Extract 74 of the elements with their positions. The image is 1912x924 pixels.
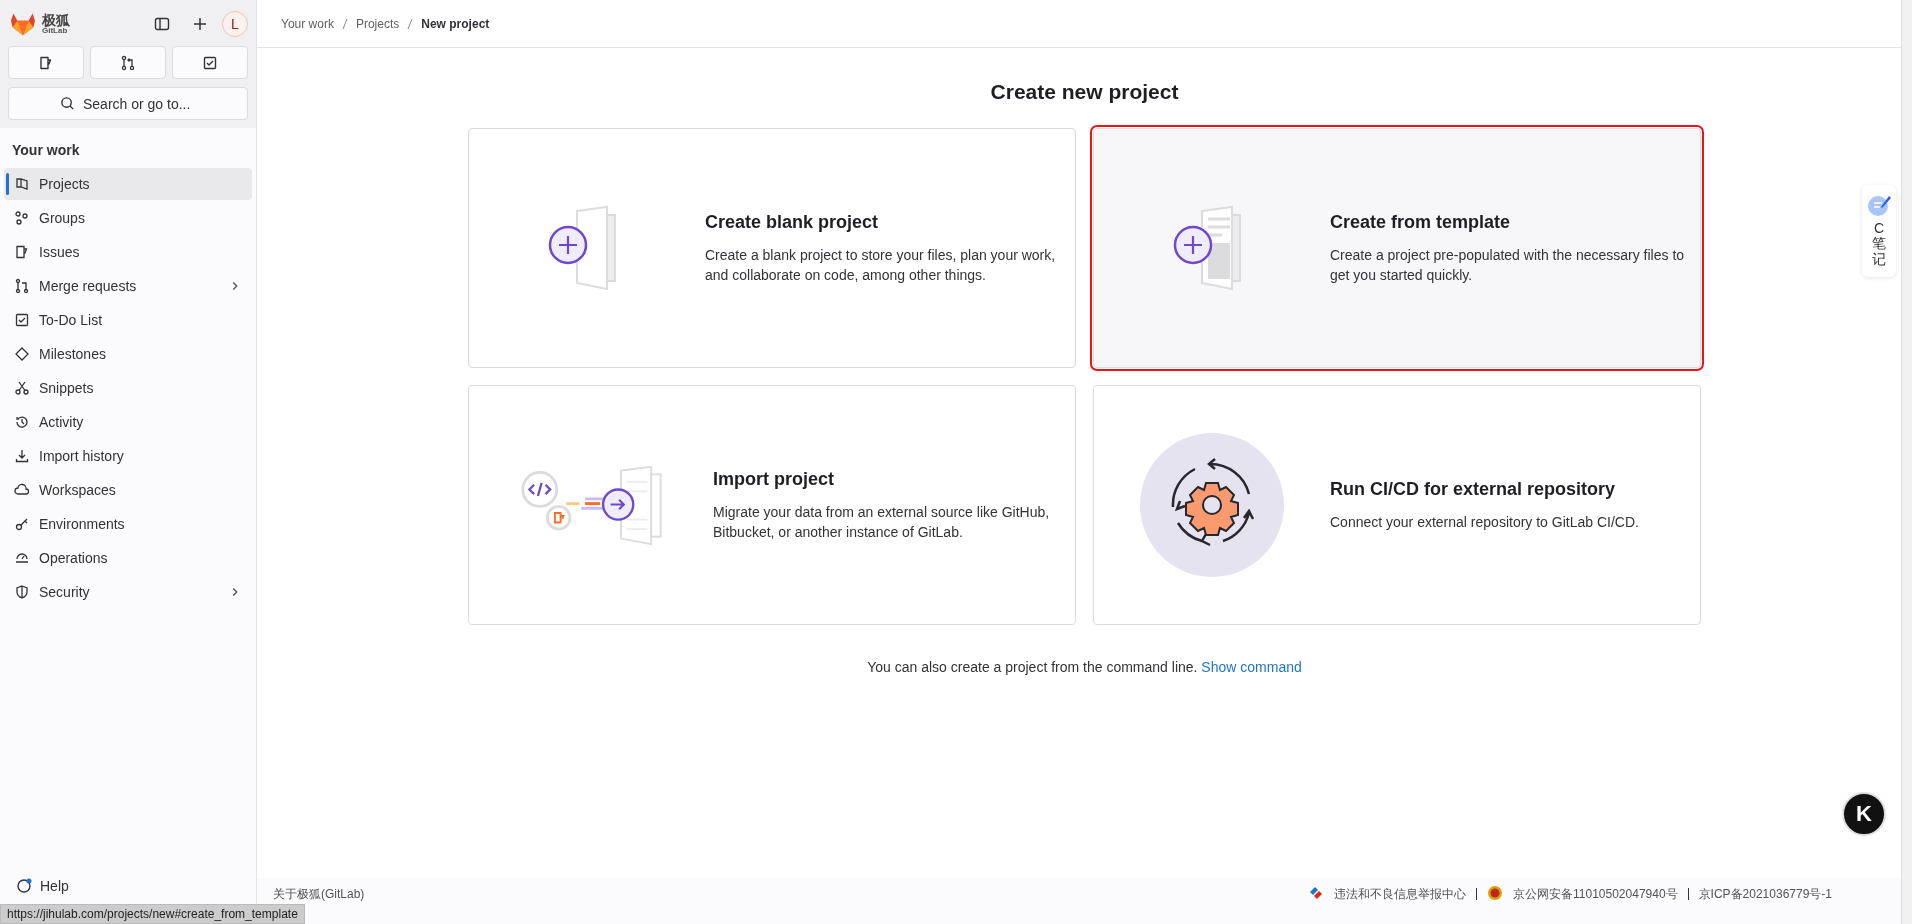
cloud-icon — [14, 482, 30, 498]
help-link[interactable]: Help — [16, 878, 69, 894]
sidebar-item[interactable]: Projects — [4, 168, 252, 200]
card-title: Run CI/CD for external repository — [1330, 478, 1617, 500]
book-icon — [14, 176, 30, 192]
card-description: Migrate your data from an external source like GitHub, Bitbucket, or another instance of GitLab. — [713, 502, 1051, 542]
project-option-card[interactable]: Create from template Create a project pre-populated with the necessary files to get you started quickly. — [1093, 128, 1701, 368]
sidebar-item[interactable]: Milestones — [4, 338, 252, 370]
sidebar-item[interactable]: Activity — [4, 406, 252, 438]
sidebar-item[interactable]: Groups — [4, 202, 252, 234]
report-icon — [1308, 885, 1325, 901]
about-link[interactable]: 关于极狐(GitLab) — [273, 886, 365, 903]
sidebar-item[interactable]: Snippets — [4, 372, 252, 404]
page-title: Create new project — [990, 80, 1179, 104]
project-option-card[interactable]: Run CI/CD for external repository Connect your external repository to GitLab CI/CD. — [1093, 385, 1701, 625]
sidebar-item[interactable]: Operations — [4, 542, 252, 574]
checkbox-icon — [14, 312, 30, 328]
breadcrumb-link[interactable]: New project — [421, 16, 490, 31]
todo-button[interactable] — [172, 46, 248, 79]
police-badge-icon — [1487, 885, 1504, 901]
section-title: Your work — [11, 141, 81, 160]
sidebar-item[interactable]: Environments — [4, 508, 252, 540]
floating-badge[interactable]: K — [1842, 792, 1886, 836]
sidebar-item[interactable]: Security — [4, 576, 252, 608]
project-option-card[interactable]: Create blank project Create a blank project to store your files, plan your work, and collaborate on code, among other things. — [468, 128, 1076, 368]
slash-icon — [407, 17, 414, 30]
breadcrumb-link[interactable]: Projects — [355, 16, 400, 31]
search-field[interactable]: Search or go to... — [8, 87, 248, 120]
plus-icon[interactable] — [192, 16, 208, 32]
history-icon — [14, 414, 30, 430]
search-icon — [60, 96, 75, 111]
slash-icon — [341, 17, 348, 30]
card-title: Create blank project — [705, 211, 880, 233]
breadcrumb-link[interactable]: Your work — [281, 16, 334, 31]
issues-button[interactable] — [8, 46, 84, 79]
milestone-icon — [14, 346, 30, 362]
logo-text: 极狐 — [42, 13, 70, 27]
gauge-icon — [14, 550, 30, 566]
sidebar-toggle-icon[interactable] — [154, 16, 170, 32]
sidebar-item[interactable]: Import history — [4, 440, 252, 472]
project-option-card[interactable]: Import project Migrate your data from an external source like GitHub, Bitbucket, or another instance of GitLab. — [468, 385, 1076, 625]
sidebar-item[interactable]: Issues — [4, 236, 252, 268]
show-command-link[interactable]: Show command — [1201, 659, 1302, 675]
note-pen-icon — [1867, 193, 1891, 217]
issues-icon — [14, 244, 30, 260]
merge-requests-button[interactable] — [90, 46, 166, 79]
help-icon — [16, 878, 32, 894]
sidebar-item[interactable]: To-Do List — [4, 304, 252, 336]
url-tooltip: https://jihulab.com/projects/new#create_from_template — [0, 904, 305, 924]
card-title: Create from template — [1330, 211, 1512, 233]
footer-link[interactable]: 京ICP备2021036779号-1 — [1698, 886, 1832, 903]
logo-subtext: GitLab — [42, 27, 68, 35]
sidebar-item[interactable]: Merge requests — [4, 270, 252, 302]
command-line-text: You can also create a project from the command line. Show command — [867, 659, 1302, 675]
footer-link[interactable]: 违法和不良信息举报中心 — [1334, 886, 1467, 903]
footer-link[interactable]: 京公网安备11010502047940号 — [1513, 886, 1678, 903]
fox-logo-icon[interactable] — [10, 12, 36, 36]
card-title: Import project — [713, 468, 835, 490]
checkbox-icon — [202, 54, 218, 71]
groups-icon — [14, 210, 30, 226]
key-icon — [14, 516, 30, 532]
side-widget[interactable]: C笔记 — [1862, 185, 1896, 278]
issues-icon — [38, 54, 54, 71]
user-avatar[interactable]: L — [222, 11, 248, 37]
card-description: Create a project pre-populated with the necessary files to get you started quickly. — [1330, 245, 1686, 285]
shield-icon — [14, 584, 30, 600]
download-icon — [14, 448, 30, 464]
scrollbar[interactable] — [1901, 0, 1912, 924]
card-description: Connect your external repository to GitLab CI/CD. — [1330, 512, 1639, 532]
merge-request-icon — [120, 54, 136, 71]
card-description: Create a blank project to store your files, plan your work, and collaborate on code, among other things. — [705, 245, 1057, 285]
merge-request-icon — [14, 278, 30, 294]
scissors-icon — [14, 380, 30, 396]
sidebar-item[interactable]: Workspaces — [4, 474, 252, 506]
